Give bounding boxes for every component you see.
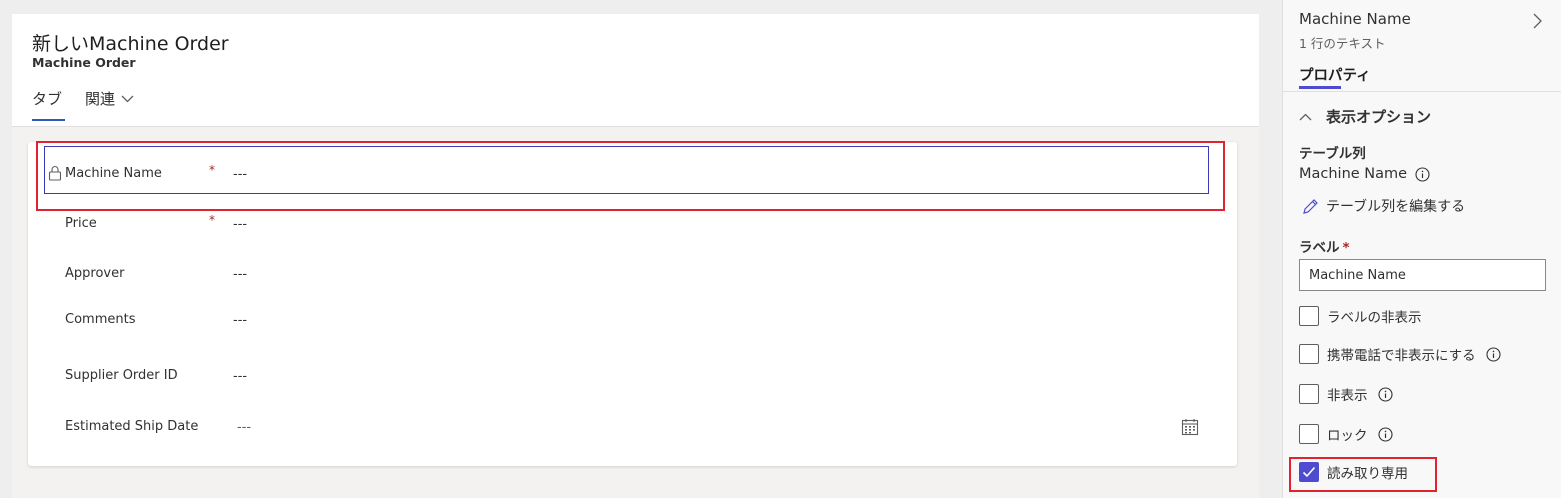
tab-main-label: タブ — [32, 90, 63, 108]
field-value: --- — [233, 217, 248, 232]
field-label: Price — [65, 216, 97, 231]
edit-table-column-link[interactable]: テーブル列を編集する — [1302, 196, 1465, 216]
option-label: ラベルの非表示 — [1327, 310, 1422, 326]
option-lock[interactable]: ロック — [1299, 424, 1393, 444]
active-tab-indicator — [32, 119, 65, 121]
display-options-heading: 表示オプション — [1326, 108, 1432, 126]
required-marker: * — [1342, 240, 1350, 256]
info-icon[interactable] — [1377, 386, 1393, 402]
checkmark-icon — [1302, 466, 1316, 478]
field-label: Estimated Ship Date — [65, 419, 199, 434]
form-title: 新しいMachine Order — [32, 33, 229, 55]
properties-pane: Machine Name 1 行のテキスト プロパティ 表示オプション テーブル… — [1282, 0, 1561, 498]
checkbox-checked[interactable] — [1299, 462, 1319, 482]
pane-title: Machine Name — [1299, 10, 1411, 28]
option-hide-label[interactable]: ラベルの非表示 — [1299, 306, 1422, 326]
table-column-value-row: Machine Name — [1299, 166, 1430, 182]
tab-properties[interactable]: プロパティ — [1299, 64, 1371, 85]
option-hide-on-phone[interactable]: 携帯電話で非表示にする — [1299, 344, 1501, 364]
form-section: Machine Name * --- Price * --- Approver … — [28, 142, 1237, 466]
field-value: --- — [237, 420, 252, 435]
chevron-right-icon[interactable] — [1530, 12, 1544, 30]
edit-table-column-label: テーブル列を編集する — [1326, 199, 1466, 215]
calendar-icon[interactable] — [1181, 418, 1199, 436]
info-icon[interactable] — [1415, 166, 1430, 182]
tab-related[interactable]: 関連 — [85, 88, 134, 109]
active-tab-indicator — [1299, 86, 1341, 89]
field-price[interactable]: Price * --- — [28, 202, 1237, 246]
chevron-down-icon — [121, 95, 134, 102]
table-column-heading: テーブル列 — [1299, 146, 1366, 162]
checkbox[interactable] — [1299, 424, 1319, 444]
pane-field-type: 1 行のテキスト — [1299, 36, 1386, 51]
display-options-toggle[interactable]: 表示オプション — [1299, 106, 1431, 127]
table-column-value: Machine Name — [1299, 166, 1408, 182]
required-marker: * — [209, 163, 215, 177]
field-supplier-order-id[interactable]: Supplier Order ID --- — [28, 354, 1237, 398]
field-label: Comments — [65, 312, 136, 327]
field-label: Machine Name — [65, 166, 162, 181]
field-approver[interactable]: Approver --- — [28, 252, 1237, 296]
option-label: 読み取り専用 — [1327, 466, 1408, 482]
tab-main[interactable]: タブ — [32, 88, 62, 109]
checkbox[interactable] — [1299, 384, 1319, 404]
field-value: --- — [233, 313, 248, 328]
label-input[interactable] — [1299, 259, 1546, 291]
option-label: ロック — [1327, 428, 1368, 444]
divider — [1283, 91, 1561, 92]
field-value: --- — [233, 267, 248, 282]
info-icon[interactable] — [1486, 346, 1501, 362]
option-label: 携帯電話で非表示にする — [1327, 348, 1476, 364]
field-value: --- — [233, 369, 248, 384]
field-comments[interactable]: Comments --- — [28, 298, 1237, 342]
field-label: Approver — [65, 266, 125, 281]
form-canvas: 新しいMachine Order Machine Order タブ 関連 Mac… — [12, 14, 1259, 498]
form-header: 新しいMachine Order Machine Order タブ 関連 — [12, 14, 1259, 127]
checkbox[interactable] — [1299, 344, 1319, 364]
pencil-icon — [1303, 198, 1318, 214]
option-read-only[interactable]: 読み取り専用 — [1299, 462, 1408, 482]
field-value: --- — [233, 167, 248, 182]
label-heading: ラベル — [1299, 240, 1340, 256]
option-hide[interactable]: 非表示 — [1299, 384, 1393, 404]
tab-related-label: 関連 — [85, 90, 116, 108]
form-subtitle: Machine Order — [32, 55, 136, 70]
field-machine-name[interactable]: Machine Name * --- — [28, 152, 1237, 196]
required-marker: * — [209, 213, 215, 227]
label-heading-row: ラベル * — [1299, 236, 1350, 256]
info-icon[interactable] — [1377, 426, 1393, 442]
field-estimated-ship-date[interactable]: Estimated Ship Date --- — [28, 405, 1237, 449]
field-label: Supplier Order ID — [65, 368, 178, 383]
checkbox[interactable] — [1299, 306, 1319, 326]
lock-icon — [48, 166, 62, 181]
chevron-up-icon — [1299, 113, 1312, 120]
option-label: 非表示 — [1327, 388, 1368, 404]
